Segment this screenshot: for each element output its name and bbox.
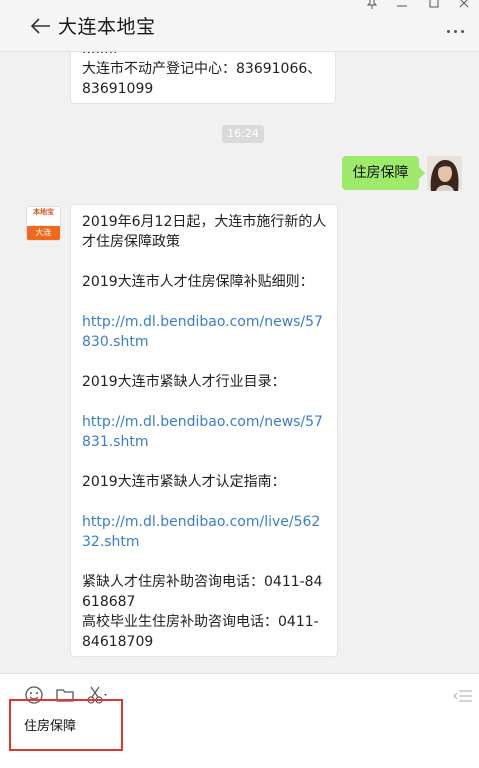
my-message-bubble[interactable]: 住房保障 — [342, 156, 425, 190]
article-heading-2: 2019大连市紧缺人才行业目录： — [82, 374, 286, 390]
message-fragment: ........ — [82, 52, 324, 59]
back-arrow-icon[interactable] — [30, 15, 52, 37]
close-icon[interactable] — [457, 0, 471, 10]
avatar-image — [427, 156, 462, 191]
more-icon[interactable] — [447, 18, 469, 33]
article-phone-1: 紧缺人才住房补助咨询电话：0411-84618687 — [82, 574, 323, 610]
maximize-icon[interactable] — [427, 0, 441, 10]
article-link-2[interactable]: http://m.dl.bendibao.com/news/57831.shtm — [82, 414, 323, 450]
pin-icon[interactable] — [365, 0, 379, 10]
user-avatar[interactable] — [427, 156, 462, 191]
article-intro: 2019年6月12日起，大连市施行新的人才住房保障政策 — [82, 214, 327, 250]
article-heading-1: 2019大连市人才住房保障补贴细则： — [82, 274, 314, 290]
article-phone-2: 高校毕业生住房补助咨询电话：0411-84618709 — [82, 614, 319, 650]
title-bar: 大连本地宝 — [0, 0, 479, 52]
chat-title: 大连本地宝 — [58, 16, 156, 38]
timestamp: 16:24 — [222, 125, 264, 143]
minimize-icon[interactable] — [395, 0, 409, 10]
previous-message-bubble[interactable]: ........ 大连市不动产登记中心：83691066、83691099 — [70, 52, 336, 104]
article-message-bubble[interactable]: 2019年6月12日起，大连市施行新的人才住房保障政策 2019大连市人才住房保… — [70, 204, 338, 657]
input-highlight-box — [9, 699, 123, 751]
article-link-3[interactable]: http://m.dl.bendibao.com/live/56232.shtm — [82, 514, 320, 550]
brand-logo-text: 本地宝 — [33, 208, 54, 216]
article-link-1[interactable]: http://m.dl.bendibao.com/news/57830.shtm — [82, 314, 323, 350]
brand-city-label: 大连 — [27, 226, 60, 240]
article-heading-3: 2019大连市紧缺人才认定指南： — [82, 474, 286, 490]
send-list-icon[interactable] — [453, 689, 473, 703]
message-text: 大连市不动产登记中心：83691066、83691099 — [82, 61, 322, 97]
chat-area[interactable]: ........ 大连市不动产登记中心：83691066、83691099 16… — [0, 52, 479, 672]
bendibao-avatar[interactable]: 本地宝 Bendibao.com 大连 — [26, 206, 61, 241]
